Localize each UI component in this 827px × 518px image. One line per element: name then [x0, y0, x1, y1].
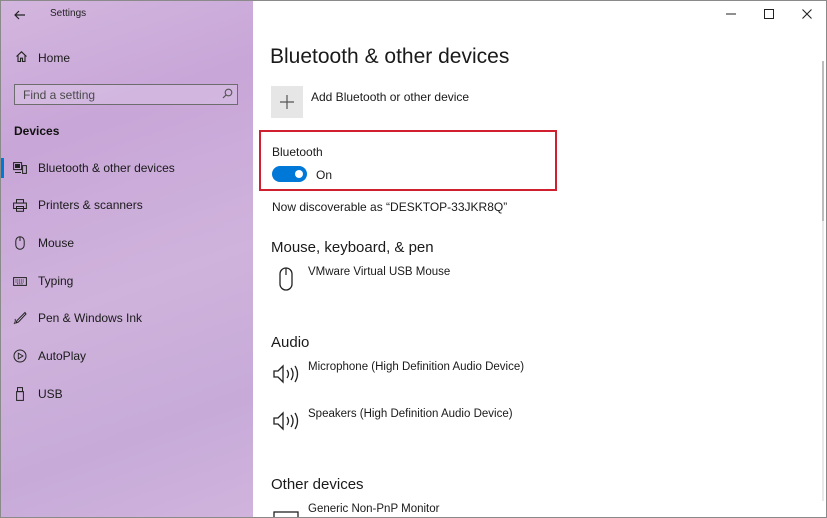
sidebar-item-label: Mouse [38, 236, 75, 250]
sidebar-item-label: Bluetooth & other devices [38, 161, 175, 175]
autoplay-icon [13, 349, 27, 363]
window-controls [712, 1, 826, 29]
device-item[interactable]: Speakers (High Definition Audio Device) [271, 407, 513, 435]
back-button[interactable] [9, 5, 31, 25]
group-title-other-devices: Other devices [271, 476, 364, 493]
device-name: Microphone (High Definition Audio Device… [308, 361, 525, 373]
add-device-button[interactable]: Add Bluetooth or other device [271, 86, 469, 118]
close-button[interactable] [788, 1, 826, 27]
pen-icon [13, 311, 27, 325]
search-icon[interactable] [217, 88, 237, 102]
main-content: Bluetooth & other devices Add Bluetooth … [253, 1, 826, 517]
page-title: Bluetooth & other devices [270, 45, 510, 68]
close-icon [802, 7, 812, 22]
mouse-icon [13, 236, 27, 250]
sidebar-item-label: Typing [38, 274, 74, 288]
device-name: VMware Virtual USB Mouse [308, 266, 451, 278]
sidebar-item-label: USB [38, 387, 63, 401]
sidebar-item-autoplay[interactable]: AutoPlay [1, 342, 253, 370]
device-name: Generic Non-PnP Monitor [308, 503, 440, 515]
sidebar-item-label: AutoPlay [38, 349, 87, 363]
group-title-audio: Audio [271, 334, 310, 351]
search-input[interactable] [15, 86, 217, 103]
sidebar-item-pen[interactable]: Pen & Windows Ink [1, 304, 253, 332]
sidebar-section-devices: Devices [14, 124, 60, 138]
speaker-icon [271, 407, 301, 435]
sidebar-item-usb[interactable]: USB [1, 380, 253, 408]
sidebar-item-mouse[interactable]: Mouse [1, 229, 253, 257]
sidebar-item-bluetooth[interactable]: Bluetooth & other devices [1, 154, 253, 182]
scrollbar-thumb[interactable] [822, 61, 824, 221]
minimize-icon [726, 7, 736, 22]
discoverable-status: Now discoverable as “DESKTOP-33JKR8Q” [272, 200, 508, 214]
keyboard-icon [13, 276, 27, 286]
home-icon [14, 50, 28, 66]
sidebar-item-label: Printers & scanners [38, 198, 143, 212]
bluetooth-label: Bluetooth [272, 145, 323, 159]
device-item[interactable]: Generic Non-PnP Monitor [271, 502, 440, 517]
device-name: Speakers (High Definition Audio Device) [308, 408, 513, 420]
speaker-icon [271, 360, 301, 388]
title-bar: Settings [1, 1, 253, 29]
bluetooth-toggle[interactable] [272, 166, 307, 182]
group-title-mouse-keyboard-pen: Mouse, keyboard, & pen [271, 239, 434, 256]
minimize-button[interactable] [712, 1, 750, 27]
sidebar-item-label: Pen & Windows Ink [38, 311, 143, 325]
add-device-label: Add Bluetooth or other device [311, 90, 470, 104]
search-box[interactable] [14, 84, 238, 105]
sidebar-item-printers[interactable]: Printers & scanners [1, 191, 253, 219]
mouse-icon [271, 265, 301, 293]
printer-icon [13, 198, 27, 212]
maximize-button[interactable] [750, 1, 788, 27]
device-item[interactable]: VMware Virtual USB Mouse [271, 265, 450, 293]
maximize-icon [764, 7, 774, 22]
bluetooth-devices-icon [13, 162, 27, 174]
bluetooth-state-text: On [316, 168, 333, 182]
sidebar-home[interactable]: Home [14, 47, 244, 69]
plus-icon [271, 86, 303, 118]
usb-icon [13, 387, 27, 401]
app-title: Settings [50, 8, 87, 19]
home-label: Home [38, 51, 71, 65]
back-arrow-icon [14, 8, 26, 23]
device-item[interactable]: Microphone (High Definition Audio Device… [271, 360, 524, 388]
monitor-icon [271, 502, 301, 517]
sidebar-item-typing[interactable]: Typing [1, 267, 253, 295]
bluetooth-highlight-box [259, 130, 557, 191]
sidebar: Settings Home Devices Bluetooth & other … [1, 1, 253, 517]
settings-window: Settings Home Devices Bluetooth & other … [0, 0, 827, 518]
